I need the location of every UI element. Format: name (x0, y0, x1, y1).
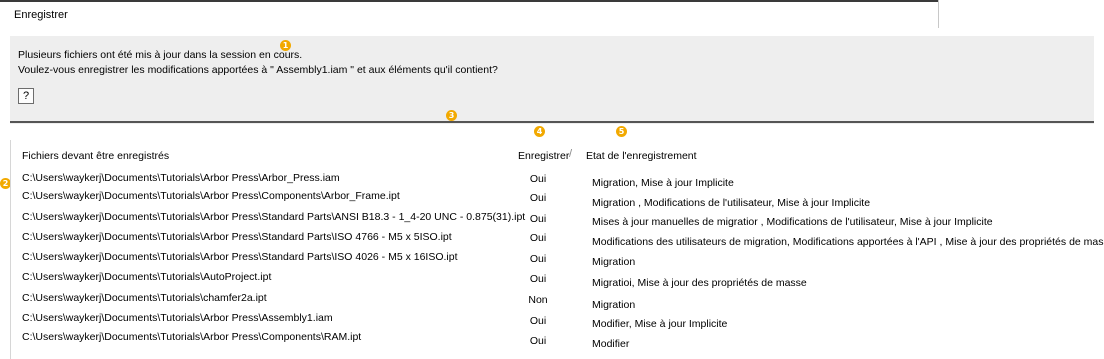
title-bar: Enregistrer (0, 0, 939, 28)
table-cell-status: Migration (592, 256, 636, 268)
table-cell-save[interactable]: Oui (518, 232, 558, 244)
message-line-1: Plusieurs fichiers ont été mis à jour da… (18, 49, 303, 61)
table-cell-save[interactable]: Oui (518, 273, 558, 285)
table-cell-file[interactable]: C:\Users\waykerj\Documents\Tutorials\Arb… (22, 172, 340, 184)
column-header-status[interactable]: Etat de l'enregistrement (586, 150, 697, 162)
table-cell-file[interactable]: C:\Users\waykerj\Documents\Tutorials\Arb… (22, 312, 333, 324)
table-cell-save[interactable]: Oui (518, 213, 558, 225)
table-cell-status: Migration (592, 299, 636, 311)
table-cell-status: Migration, Mise à jour Implicite (592, 177, 734, 189)
table-cell-file[interactable]: C:\Users\waykerj\Documents\Tutorials\Arb… (22, 190, 400, 202)
column-header-save[interactable]: Enregistrer (518, 150, 569, 162)
column-header-files[interactable]: Fichiers devant être enregistrés (22, 150, 169, 162)
window-title: Enregistrer (14, 9, 68, 21)
table-cell-status: Migration , Modifications de l'utilisate… (592, 197, 871, 209)
help-icon: ? (22, 90, 30, 102)
message-line-2: Voulez-vous enregistrer les modification… (18, 64, 498, 76)
sort-indicator-icon: / (569, 148, 573, 160)
table-cell-file[interactable]: C:\Users\waykerj\Documents\Tutorials\Arb… (22, 231, 452, 243)
callout-badge-5: 5 (616, 126, 627, 137)
table-cell-save[interactable]: Oui (518, 173, 558, 185)
table-cell-status: Migratioi, Mise à jour des propriétés de… (592, 277, 807, 289)
splitter[interactable] (10, 121, 1094, 123)
callout-badge-1: 1 (280, 40, 291, 51)
table-cell-file[interactable]: C:\Users\waykerj\Documents\Tutorials\Arb… (22, 251, 458, 263)
callout-badge-4: 4 (534, 126, 545, 137)
table-cell-save[interactable]: Oui (518, 253, 558, 265)
table-cell-save[interactable]: Oui (518, 192, 558, 204)
table-cell-status: Modifications des utilisateurs de migrat… (592, 236, 1104, 248)
table-cell-file[interactable]: C:\Users\waykerj\Documents\Tutorials\Arb… (22, 331, 361, 343)
message-panel: Plusieurs fichiers ont été mis à jour da… (10, 36, 1094, 124)
title-bar-top-border (0, 0, 938, 2)
table-cell-save[interactable]: Oui (518, 335, 558, 347)
callout-badge-3: 3 (446, 110, 457, 121)
table-cell-status: Mises à jour manuelles de migratior , Mo… (592, 216, 993, 228)
table-cell-save[interactable]: Oui (518, 315, 558, 327)
table-cell-status: Modifier (592, 338, 630, 350)
table-cell-file[interactable]: C:\Users\waykerj\Documents\Tutorials\Aut… (22, 271, 271, 283)
help-button[interactable]: ? (18, 88, 34, 104)
table-cell-file[interactable]: C:\Users\waykerj\Documents\Tutorials\cha… (22, 292, 267, 304)
table-cell-status: Modifier, Mise à jour Implicite (592, 318, 728, 330)
table-cell-file[interactable]: C:\Users\waykerj\Documents\Tutorials\Arb… (22, 211, 525, 223)
table-cell-save[interactable]: Non (518, 294, 558, 306)
